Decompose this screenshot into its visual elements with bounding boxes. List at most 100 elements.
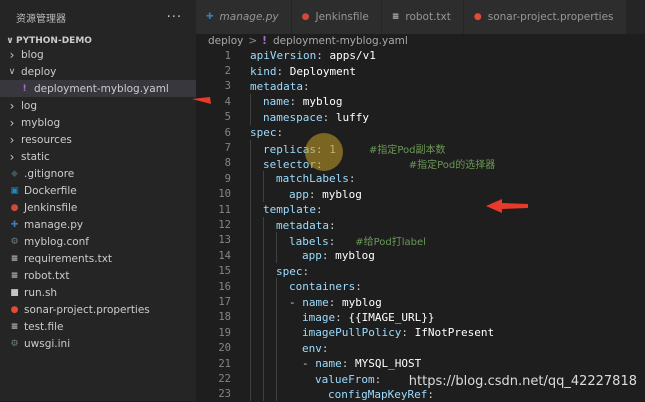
line-number: 13: [218, 234, 231, 247]
arrow-annotation-icon: [486, 199, 528, 213]
file-tree-item[interactable]: ✚ manage.py: [0, 216, 196, 233]
line-number: 21: [218, 357, 231, 370]
yaml-value: myblog: [342, 295, 382, 309]
code-line: 11 template:: [196, 202, 645, 217]
line-number: 22: [218, 373, 231, 386]
code-line: 6 spec:: [196, 125, 645, 140]
yaml-key: metadata: [250, 79, 303, 93]
line-number: 5: [224, 111, 231, 124]
code-line: 7 replicas: 1 #指定Pod副本数: [196, 140, 645, 156]
code-line: 15 spec:: [196, 264, 645, 279]
line-number: 16: [218, 280, 231, 293]
file-tree-item[interactable]: › log: [0, 97, 196, 114]
yaml-value: myblog: [335, 249, 375, 263]
file-tree-label: uwsgi.ini: [24, 337, 71, 350]
file-tree-item[interactable]: › resources: [0, 131, 196, 148]
properties-icon: ●: [473, 12, 482, 22]
file-tree-item[interactable]: ≡ robot.txt: [0, 267, 196, 284]
line-number: 3: [224, 80, 231, 93]
file-tree-label: robot.txt: [24, 269, 70, 282]
code-line: 23 configMapKeyRef:: [196, 387, 645, 402]
git-icon: ◆: [11, 168, 18, 179]
file-tree-item[interactable]: › myblog: [0, 114, 196, 131]
tab-sonar-project-properties[interactable]: ● sonar-project.properties: [463, 0, 627, 34]
chevron-right-icon: ›: [9, 115, 15, 130]
yaml-value: myblog: [322, 187, 362, 201]
watermark-url: https://blog.csdn.net/qq_42227818: [408, 374, 637, 389]
file-tree-item[interactable]: ⚙ uwsgi.ini: [0, 335, 196, 352]
line-number: 14: [218, 249, 231, 262]
text-file-icon: ≡: [10, 270, 19, 281]
line-number: 17: [218, 296, 231, 309]
python-icon: ✚: [10, 219, 19, 230]
mouse-cursor-highlight: [305, 133, 343, 171]
yaml-file-icon: !: [262, 35, 267, 47]
line-number: 11: [218, 203, 231, 216]
file-tree-item[interactable]: ⚙ myblog.conf: [0, 233, 196, 250]
arrow-annotation-icon: [192, 97, 211, 104]
yaml-key: namespace: [263, 110, 323, 124]
yaml-key: spec: [250, 126, 277, 140]
file-tree-label: myblog.conf: [24, 235, 89, 248]
yaml-file-icon: !: [22, 83, 27, 94]
code-line: 9 matchLabels:: [196, 171, 645, 186]
line-number: 7: [224, 142, 231, 155]
file-tree-label: resources: [21, 133, 72, 146]
file-tree-item[interactable]: ◆ .gitignore: [0, 165, 196, 182]
project-name: PYTHON-DEMO: [16, 36, 92, 46]
file-tree-label: blog: [21, 48, 44, 61]
breadcrumb-file[interactable]: deployment-myblog.yaml: [273, 35, 408, 47]
file-tree-item[interactable]: ● sonar-project.properties: [0, 301, 196, 318]
explorer-sidebar: 资源管理器 ··· ∨ PYTHON-DEMO › blog ∨ deploy! dep…: [0, 0, 196, 401]
docker-icon: ▣: [10, 185, 19, 196]
line-number: 10: [218, 188, 231, 201]
file-tree-item[interactable]: ! deployment-myblog.yaml: [0, 80, 196, 97]
file-tree-item[interactable]: ∨ deploy: [0, 63, 196, 80]
explorer-header: 资源管理器 ···: [0, 0, 196, 34]
shell-script-icon: ■: [10, 287, 19, 298]
yaml-value: IfNotPresent: [414, 326, 495, 340]
line-number: 19: [218, 326, 231, 339]
yaml-key: app: [289, 187, 309, 201]
yaml-key: env: [302, 341, 322, 355]
file-tree-label: deployment-myblog.yaml: [34, 82, 169, 95]
file-tree-item[interactable]: ≡ test.file: [0, 318, 196, 335]
file-tree-item[interactable]: ≡ requirements.txt: [0, 250, 196, 267]
python-icon: ✚: [206, 12, 214, 22]
file-tree-item[interactable]: ▣ Dockerfile: [0, 182, 196, 199]
file-tree-item[interactable]: › blog: [0, 46, 196, 63]
line-number: 23: [218, 388, 231, 401]
ini-file-icon: ⚙: [10, 338, 19, 349]
tab-jenkinsfile[interactable]: ● Jenkinsfile: [291, 0, 382, 34]
text-file-icon: ≡: [10, 253, 19, 264]
code-line: 5 namespace: luffy: [196, 110, 645, 125]
file-tree-item[interactable]: ● Jenkinsfile: [0, 199, 196, 216]
code-line: 13 labels: #给Pod打label: [196, 233, 645, 248]
line-number: 8: [224, 157, 231, 170]
breadcrumb-folder[interactable]: deploy: [208, 35, 243, 47]
code-line: 19 imagePullPolicy: IfNotPresent: [196, 325, 645, 340]
file-tree-item[interactable]: ■ run.sh: [0, 284, 196, 301]
tab-robot-txt[interactable]: ≡ robot.txt: [381, 0, 464, 34]
code-editor[interactable]: 1 apiVersion: apps/v1 2 kind: Deployment…: [196, 48, 645, 401]
code-line: 21 - name: MYSQL_HOST: [196, 356, 645, 371]
yaml-key: name: [302, 295, 329, 309]
tab-manage-py[interactable]: ✚ manage.py: [196, 0, 292, 34]
file-tree-label: log: [21, 99, 38, 112]
line-number: 6: [224, 126, 231, 139]
file-tree-label: run.sh: [24, 286, 58, 299]
yaml-value: Deployment: [289, 64, 356, 78]
yaml-key: labels: [289, 234, 329, 248]
yaml-value: MYSQL_HOST: [355, 357, 422, 371]
chevron-down-icon: ∨: [8, 66, 16, 77]
file-tree-item[interactable]: › static: [0, 148, 196, 165]
file-tree: › blog ∨ deploy! deployment-myblog.yaml › log ›…: [0, 46, 196, 352]
code-line: 16 containers:: [196, 279, 645, 294]
tab-label: Jenkinsfile: [315, 11, 369, 23]
more-actions-icon[interactable]: ···: [167, 10, 182, 25]
yaml-key: spec: [276, 264, 303, 278]
file-tree-label: myblog: [21, 116, 61, 129]
yaml-value: apps/v1: [329, 49, 376, 63]
code-line: 8 selector: #指定Pod的选择器: [196, 156, 645, 171]
code-line: 3 metadata:: [196, 79, 645, 94]
